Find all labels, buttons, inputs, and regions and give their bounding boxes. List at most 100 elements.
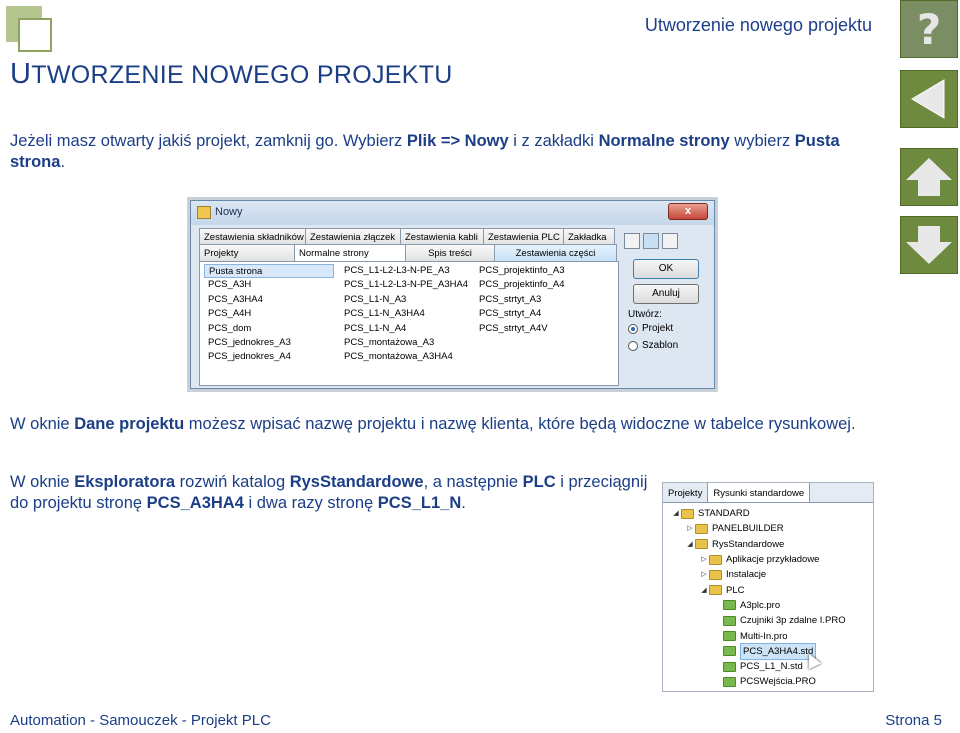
bold-term: Normalne strony	[598, 132, 730, 150]
tree-node[interactable]: PCSWejścia.PRO	[663, 674, 873, 689]
ok-button[interactable]: OK	[633, 259, 699, 279]
template-list-item[interactable]: PCS_L1-N_A3	[340, 293, 468, 307]
bold-term: PCS_A3HA4	[146, 494, 244, 512]
folder-icon	[709, 554, 722, 565]
bold-term: Eksploratora	[74, 473, 176, 491]
tab-normal-pages[interactable]: Normalne strony	[294, 244, 406, 261]
template-list-item[interactable]: PCS_projektinfo_A3	[475, 264, 565, 278]
template-column-3: PCS_projektinfo_A3 PCS_projektinfo_A4 PCS_…	[475, 264, 565, 336]
tree-node[interactable]: ▷ PANELBUILDER	[663, 521, 873, 536]
template-list-item[interactable]: PCS_A3H	[204, 278, 334, 292]
create-group: Utwórz: Projekt Szablon	[624, 309, 706, 361]
up-button[interactable]	[900, 148, 958, 206]
logo	[6, 6, 52, 52]
template-list-item[interactable]: PCS_L1-N_A4	[340, 322, 468, 336]
dialog-body: Zestawienia składników Zestawienia złącz…	[199, 228, 619, 386]
expand-toggle-icon[interactable]: ◢	[699, 583, 709, 598]
template-list-item[interactable]: PCS_projektinfo_A4	[475, 278, 565, 292]
view-details-button[interactable]	[662, 233, 678, 249]
template-list-item[interactable]: PCS_A4H	[204, 307, 334, 321]
template-list-item[interactable]: PCS_strtyt_A4V	[475, 322, 565, 336]
template-list-item[interactable]: PCS_L1-L2-L3-N-PE_A3HA4	[340, 278, 468, 292]
back-button[interactable]	[900, 70, 958, 128]
tree-node-label: Instalacje	[726, 569, 767, 581]
tree-node-label: Czujniki 3p zdalne I.PRO	[740, 615, 846, 627]
dialog-title: Nowy	[215, 206, 243, 218]
folder-icon	[709, 569, 722, 580]
radio-project[interactable]: Projekt	[628, 323, 673, 334]
view-list-button[interactable]	[643, 233, 659, 249]
template-list-item[interactable]: PCS_L1-N_A3HA4	[340, 307, 468, 321]
tree-node[interactable]: ◢ STANDARD	[663, 506, 873, 521]
tab-bookmark[interactable]: Zakładka	[563, 228, 615, 245]
tab-plc-lists[interactable]: Zestawienia PLC	[483, 228, 564, 245]
text-run: Jeżeli masz otwarty jakiś projekt, zamkn…	[10, 132, 407, 150]
text-run: .	[461, 494, 466, 512]
tab-projects[interactable]: Projekty	[199, 244, 295, 261]
radio-template[interactable]: Szablon	[628, 340, 678, 351]
app-icon	[197, 206, 211, 219]
radio-project-label: Projekt	[642, 323, 674, 334]
bold-term: Plik => Nowy	[406, 132, 509, 150]
tab-row-2: Projekty Normalne strony Spis treści Zes…	[199, 244, 617, 261]
expand-toggle-icon[interactable]: ▷	[685, 521, 695, 536]
radio-on-icon	[628, 323, 638, 334]
tab-explorer-projects[interactable]: Projekty	[663, 483, 709, 502]
template-list-item[interactable]: PCS_A3HA4	[204, 293, 334, 307]
tree-node[interactable]: ◢ PLC	[663, 582, 873, 598]
template-list-item[interactable]: Pusta strona	[204, 264, 334, 279]
tree-node[interactable]: Multi-In.pro	[663, 628, 873, 643]
create-label: Utwórz:	[628, 309, 662, 320]
template-list-item[interactable]: PCS_jednokres_A4	[204, 350, 334, 364]
template-list: Pusta strona PCS_A3H PCS_A3HA4 PCS_A4H PCS_d…	[199, 261, 619, 386]
view-large-icons-button[interactable]	[624, 233, 640, 249]
template-list-item[interactable]: PCS_strtyt_A4	[475, 307, 565, 321]
template-list-item[interactable]: PCS_dom	[204, 322, 334, 336]
text-run: możesz wpisać nazwę projektu i nazwę kli…	[184, 415, 856, 433]
text-run: , a następnie	[423, 473, 523, 491]
tree-node[interactable]: PCS_L1_N.std	[663, 659, 873, 674]
folder-icon	[695, 523, 708, 534]
expand-toggle-icon[interactable]: ◢	[685, 537, 695, 552]
instruction-paragraph-3: W oknie Eksploratora rozwiń katalog RysS…	[10, 472, 650, 514]
expand-toggle-icon[interactable]: ◢	[671, 506, 681, 521]
help-button[interactable]: ?	[900, 0, 958, 58]
header-title: Utworzenie nowego projektu	[644, 15, 872, 35]
down-button[interactable]	[900, 216, 958, 274]
radio-off-icon	[628, 340, 638, 351]
tree-node-label: STANDARD	[698, 508, 750, 520]
tree-node[interactable]: A3plc.pro	[663, 598, 873, 613]
tree-node-label: PCSWejścia.PRO	[740, 676, 816, 688]
tree-node-label: RysStandardowe	[712, 538, 785, 550]
new-project-dialog: Nowy x Zestawienia składników Zestawieni…	[190, 200, 715, 389]
template-list-item[interactable]: PCS_L1-L2-L3-N-PE_A3	[340, 264, 468, 278]
tree-node[interactable]: ▷ Aplikacje przykładowe	[663, 552, 873, 567]
tab-explorer-standard-drawings[interactable]: Rysunki standardowe	[708, 483, 811, 502]
explorer-panel: Projekty Rysunki standardowe ◢ STANDARD ▷ P…	[662, 482, 874, 692]
close-button[interactable]: x	[668, 203, 708, 220]
tab-component-lists[interactable]: Zestawienia składników	[199, 228, 306, 245]
tree-node-label: A3plc.pro	[740, 599, 781, 611]
template-list-item[interactable]: PCS_montażowa_A3	[340, 336, 468, 350]
explorer-tabs: Projekty Rysunki standardowe	[663, 483, 873, 503]
template-list-item[interactable]: PCS_jednokres_A3	[204, 336, 334, 350]
template-list-item[interactable]: PCS_montażowa_A3HA4	[340, 350, 468, 364]
bold-term: RysStandardowe	[289, 473, 424, 491]
text-run: i dwa razy stronę	[243, 494, 378, 512]
project-file-icon	[723, 631, 736, 642]
tab-cable-lists[interactable]: Zestawienia kabli	[400, 228, 484, 245]
expand-toggle-icon[interactable]: ▷	[699, 567, 709, 582]
tree-node-label: Aplikacje przykładowe	[726, 554, 820, 566]
tree-node[interactable]: ▷ Instalacje	[663, 567, 873, 582]
expand-toggle-icon[interactable]: ▷	[699, 552, 709, 567]
text-run: rozwiń katalog	[175, 473, 290, 491]
tree-node[interactable]: ◢ RysStandardowe	[663, 537, 873, 552]
tab-parts-lists[interactable]: Zestawienia części	[494, 244, 617, 261]
tab-terminal-lists[interactable]: Zestawienia złączek	[305, 228, 401, 245]
tab-table-of-contents[interactable]: Spis treści	[405, 244, 495, 261]
tree-node[interactable]: PCS_A3HA4.std	[663, 642, 873, 660]
question-mark-icon: ?	[916, 4, 942, 54]
cancel-button[interactable]: Anuluj	[633, 284, 699, 304]
tree-node[interactable]: Czujniki 3p zdalne I.PRO	[663, 613, 873, 628]
template-list-item[interactable]: PCS_strtyt_A3	[475, 293, 565, 307]
